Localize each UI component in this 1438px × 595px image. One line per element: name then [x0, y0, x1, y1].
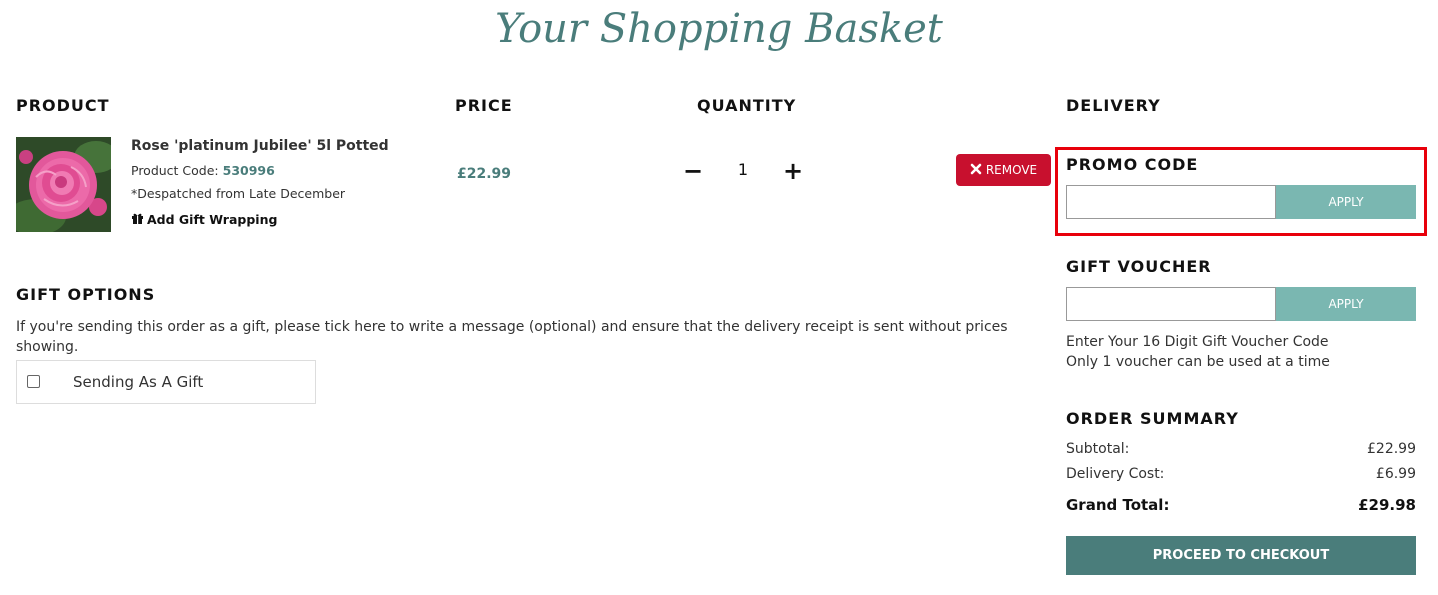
subtotal-value: £22.99: [1367, 441, 1416, 457]
product-code-label: Product Code:: [131, 163, 219, 178]
page-title: Your Shopping Basket: [495, 6, 943, 52]
subtotal-row: Subtotal: £22.99: [1066, 441, 1416, 457]
delivery-cost-value: £6.99: [1375, 466, 1416, 482]
gift-icon: [131, 212, 144, 227]
sending-as-gift-label[interactable]: Sending As A Gift: [73, 373, 203, 391]
price-column-header: PRICE: [455, 96, 513, 115]
gift-voucher-title: GIFT VOUCHER: [1066, 257, 1212, 276]
despatch-note: *Despatched from Late December: [131, 186, 346, 201]
promo-apply-button[interactable]: APPLY: [1276, 185, 1416, 219]
subtotal-label: Subtotal:: [1066, 441, 1130, 457]
close-icon: [970, 163, 982, 178]
promo-code-input[interactable]: [1066, 185, 1276, 219]
product-name[interactable]: Rose 'platinum Jubilee' 5l Potted: [131, 138, 389, 154]
voucher-note-line-1: Enter Your 16 Digit Gift Voucher Code: [1066, 334, 1329, 350]
item-price: £22.99: [457, 166, 512, 182]
delivery-cost-label: Delivery Cost:: [1066, 466, 1165, 482]
remove-button[interactable]: REMOVE: [956, 154, 1051, 186]
delivery-column-header: DELIVERY: [1066, 96, 1161, 115]
voucher-note: Enter Your 16 Digit Gift Voucher Code On…: [1066, 332, 1330, 372]
order-summary-title: ORDER SUMMARY: [1066, 409, 1239, 428]
quantity-value[interactable]: 1: [730, 160, 756, 179]
sending-as-gift-option[interactable]: Sending As A Gift: [16, 360, 316, 404]
voucher-note-line-2: Only 1 voucher can be used at a time: [1066, 354, 1330, 370]
quantity-increase-button[interactable]: +: [780, 157, 806, 185]
gift-voucher-input[interactable]: [1066, 287, 1276, 321]
product-code: Product Code: 530996: [131, 163, 275, 178]
voucher-apply-button[interactable]: APPLY: [1276, 287, 1416, 321]
gift-options-title: GIFT OPTIONS: [16, 285, 156, 304]
rose-image: [16, 137, 111, 232]
grand-total-label: Grand Total:: [1066, 496, 1170, 514]
grand-total-row: Grand Total: £29.98: [1066, 496, 1416, 514]
proceed-to-checkout-button[interactable]: PROCEED TO CHECKOUT: [1066, 536, 1416, 575]
gift-options-description: If you're sending this order as a gift, …: [16, 319, 1008, 355]
promo-code-title: PROMO CODE: [1066, 155, 1199, 174]
grand-total-value: £29.98: [1358, 496, 1416, 514]
quantity-decrease-button[interactable]: −: [680, 157, 706, 185]
add-gift-wrapping-link[interactable]: Add Gift Wrapping: [131, 212, 277, 227]
product-image[interactable]: [16, 137, 111, 232]
delivery-cost-row: Delivery Cost: £6.99: [1066, 466, 1416, 482]
product-column-header: PRODUCT: [16, 96, 110, 115]
sending-as-gift-checkbox[interactable]: [27, 375, 40, 388]
quantity-column-header: QUANTITY: [697, 96, 797, 115]
add-gift-wrapping-label: Add Gift Wrapping: [147, 212, 278, 227]
product-code-value: 530996: [222, 163, 275, 178]
remove-label: REMOVE: [985, 163, 1038, 177]
